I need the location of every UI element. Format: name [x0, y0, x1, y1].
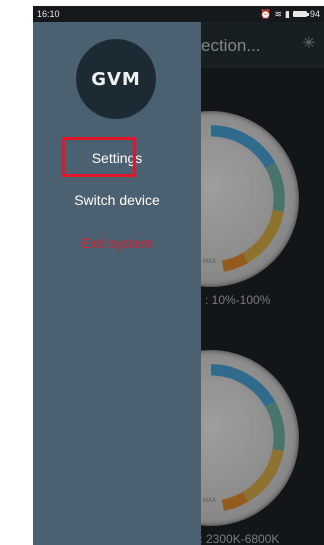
logo-text: GVM	[91, 68, 141, 90]
navigation-drawer: GVM Settings Switch device Exit system	[33, 22, 201, 545]
menu-item-exit-system[interactable]: Exit system	[33, 235, 201, 251]
alarm-icon: ⏰	[260, 8, 272, 19]
avatar: GVM	[76, 39, 156, 119]
battery-icon	[292, 11, 309, 17]
battery-level: 94	[309, 9, 320, 19]
phone-screen: 16:10 ⏰ ≋ ▮ 94 ection... ✳ MAX : 10%-100…	[33, 6, 324, 545]
settings-highlight-box	[62, 137, 136, 177]
drawer-scrim[interactable]	[201, 22, 324, 545]
status-bar: 16:10 ⏰ ≋ ▮ 94	[33, 6, 324, 22]
wifi-icon: ≋	[274, 8, 283, 19]
signal-icon: ▮	[285, 8, 290, 19]
menu-item-switch-device[interactable]: Switch device	[33, 192, 201, 208]
status-time: 16:10	[37, 9, 60, 19]
status-icons: ⏰ ≋ ▮ 94	[260, 9, 320, 20]
